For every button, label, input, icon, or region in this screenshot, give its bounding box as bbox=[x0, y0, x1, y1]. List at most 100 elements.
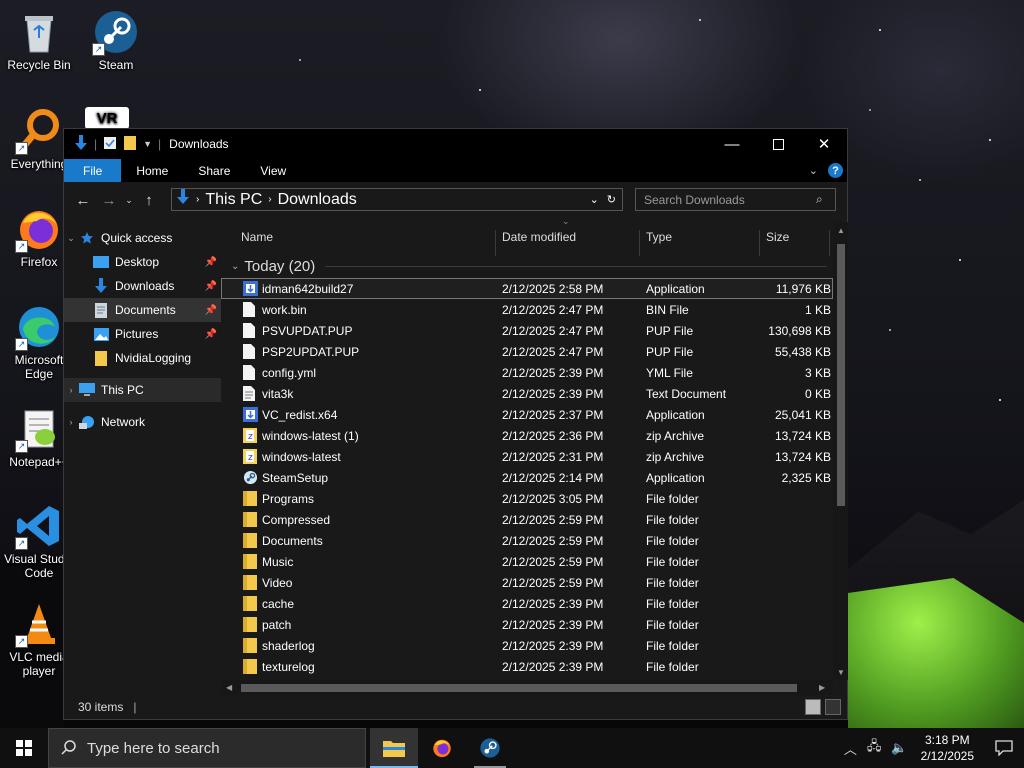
up-button[interactable]: ↑ bbox=[136, 192, 162, 209]
pin-icon[interactable]: 📌 bbox=[205, 257, 217, 268]
tab-file[interactable]: File bbox=[64, 159, 122, 182]
horizontal-scrollbar[interactable]: ◀ ▶ bbox=[221, 680, 833, 695]
file-type: PUP File bbox=[646, 324, 694, 338]
search-icon[interactable]: ⌕ bbox=[816, 192, 823, 207]
help-icon[interactable]: ? bbox=[828, 163, 843, 178]
refresh-icon[interactable]: ↻ bbox=[607, 193, 616, 206]
group-header-today[interactable]: ⌄ Today (20) bbox=[221, 254, 833, 278]
clock[interactable]: 3:18 PM 2/12/2025 bbox=[921, 732, 974, 764]
file-icon bbox=[243, 365, 257, 380]
breadcrumb-this-pc[interactable]: This PC bbox=[205, 191, 262, 209]
tab-share[interactable]: Share bbox=[183, 159, 245, 182]
large-icons-view-button[interactable] bbox=[825, 699, 841, 715]
nav-this-pc[interactable]: › This PC bbox=[64, 378, 221, 402]
nav-item-pictures[interactable]: Pictures 📌 bbox=[64, 322, 221, 346]
nav-item-desktop[interactable]: Desktop 📌 bbox=[64, 250, 221, 274]
file-row[interactable]: cache 2/12/2025 2:39 PM File folder bbox=[221, 593, 833, 614]
file-type: File folder bbox=[646, 492, 699, 506]
download-arrow-icon bbox=[92, 278, 110, 294]
file-row[interactable]: vita3k 2/12/2025 2:39 PM Text Document 0 KB bbox=[221, 383, 833, 404]
file-row[interactable]: patch 2/12/2025 2:39 PM File folder bbox=[221, 614, 833, 635]
scroll-up-icon[interactable]: ▲ bbox=[837, 226, 845, 235]
file-date: 2/12/2025 2:14 PM bbox=[502, 471, 604, 485]
minimize-button[interactable]: — bbox=[709, 129, 755, 159]
taskbar-firefox[interactable] bbox=[418, 728, 466, 768]
pin-icon[interactable]: 📌 bbox=[205, 305, 217, 316]
address-bar[interactable]: › This PC › Downloads ⌄ ↻ bbox=[171, 188, 623, 211]
nav-item-documents[interactable]: Documents 📌 bbox=[64, 298, 221, 322]
column-header-name[interactable]: Name bbox=[241, 230, 273, 244]
folder-icon bbox=[243, 554, 257, 569]
file-row[interactable]: SteamSetup 2/12/2025 2:14 PM Application 2,… bbox=[221, 467, 833, 488]
file-row[interactable]: z windows-latest 2/12/2025 2:31 PM zip Arch… bbox=[221, 446, 833, 467]
close-button[interactable]: ✕ bbox=[801, 129, 847, 159]
search-input[interactable] bbox=[636, 191, 816, 208]
file-row[interactable]: Music 2/12/2025 2:59 PM File folder bbox=[221, 551, 833, 572]
file-row[interactable]: shaderlog 2/12/2025 2:39 PM File folder bbox=[221, 635, 833, 656]
maximize-button[interactable] bbox=[755, 129, 801, 159]
nav-quick-access[interactable]: ⌄ Quick access bbox=[64, 226, 221, 250]
toolbar-divider: | bbox=[158, 137, 162, 151]
expand-arrow-icon[interactable]: › bbox=[64, 385, 78, 395]
column-header-size[interactable]: Size bbox=[766, 230, 789, 244]
file-row[interactable]: Compressed 2/12/2025 2:59 PM File folder bbox=[221, 509, 833, 530]
file-row[interactable]: Video 2/12/2025 2:59 PM File folder bbox=[221, 572, 833, 593]
action-center-button[interactable] bbox=[984, 728, 1024, 768]
file-row[interactable]: config.yml 2/12/2025 2:39 PM YML File 3 KB bbox=[221, 362, 833, 383]
nav-item-nvidialogging[interactable]: NvidiaLogging bbox=[64, 346, 221, 370]
properties-icon[interactable] bbox=[103, 136, 117, 153]
pin-icon[interactable]: 📌 bbox=[205, 329, 217, 340]
title-bar[interactable]: | ▼ | Downloads — ✕ bbox=[64, 129, 847, 159]
file-row[interactable]: work.bin 2/12/2025 2:47 PM BIN File 1 KB bbox=[221, 299, 833, 320]
new-folder-icon[interactable] bbox=[123, 135, 137, 154]
file-row[interactable]: idman642build27 2/12/2025 2:58 PM Applicat… bbox=[221, 278, 833, 299]
tab-home[interactable]: Home bbox=[121, 159, 183, 182]
file-name: Compressed bbox=[262, 513, 331, 527]
breadcrumb-downloads[interactable]: Downloads bbox=[278, 191, 357, 209]
details-view-button[interactable] bbox=[805, 699, 821, 715]
file-name: idman642build27 bbox=[262, 282, 354, 296]
recent-locations-button[interactable]: ⌄ bbox=[122, 195, 136, 206]
vertical-scrollbar[interactable]: ▲ ▼ bbox=[833, 222, 848, 680]
vertical-scroll-thumb[interactable] bbox=[837, 244, 845, 506]
tab-view[interactable]: View bbox=[245, 159, 301, 182]
file-row[interactable]: Programs 2/12/2025 3:05 PM File folder bbox=[221, 488, 833, 509]
sort-arrow-icon: ⌄ bbox=[562, 222, 570, 227]
expand-ribbon-icon[interactable]: ⌄ bbox=[809, 164, 818, 177]
nav-item-downloads[interactable]: Downloads 📌 bbox=[64, 274, 221, 298]
status-bar: 30 items | bbox=[64, 695, 847, 719]
collapse-group-icon[interactable]: ⌄ bbox=[231, 261, 239, 272]
file-date: 2/12/2025 2:39 PM bbox=[502, 597, 604, 611]
back-button[interactable]: ← bbox=[70, 192, 96, 209]
column-header-date[interactable]: Date modified bbox=[502, 230, 576, 244]
pin-icon[interactable]: 📌 bbox=[205, 281, 217, 292]
taskbar-file-explorer[interactable] bbox=[370, 728, 418, 768]
file-row[interactable]: VC_redist.x64 2/12/2025 2:37 PM Applicatio… bbox=[221, 404, 833, 425]
desktop-icon-steam[interactable]: ↗ Steam bbox=[77, 8, 155, 72]
network-status-icon[interactable]: 🖧 bbox=[867, 737, 882, 759]
scroll-left-icon[interactable]: ◀ bbox=[226, 683, 232, 692]
scroll-right-icon[interactable]: ▶ bbox=[819, 683, 825, 692]
file-name: cache bbox=[262, 597, 295, 611]
customize-toolbar-icon[interactable]: ▼ bbox=[143, 139, 152, 149]
scroll-down-icon[interactable]: ▼ bbox=[837, 668, 845, 677]
nav-network[interactable]: › Network bbox=[64, 410, 221, 434]
taskbar-search-box[interactable]: Type here to search bbox=[48, 728, 366, 768]
column-header-type[interactable]: Type bbox=[646, 230, 672, 244]
file-row[interactable]: texturelog 2/12/2025 2:39 PM File folder bbox=[221, 656, 833, 677]
volume-icon[interactable]: 🔈 bbox=[891, 740, 907, 756]
expand-arrow-icon[interactable]: › bbox=[64, 417, 78, 427]
file-row[interactable]: PSVUPDAT.PUP 2/12/2025 2:47 PM PUP File 130… bbox=[221, 320, 833, 341]
desktop-icon-recycle-bin[interactable]: Recycle Bin bbox=[0, 8, 78, 72]
file-row[interactable]: z windows-latest (1) 2/12/2025 2:36 PM zip … bbox=[221, 425, 833, 446]
address-dropdown-icon[interactable]: ⌄ bbox=[590, 193, 599, 206]
horizontal-scroll-thumb[interactable] bbox=[241, 684, 797, 692]
show-hidden-icons-icon[interactable]: ︿ bbox=[844, 739, 857, 758]
start-button[interactable] bbox=[0, 728, 48, 768]
taskbar-steam[interactable] bbox=[466, 728, 514, 768]
file-row[interactable]: PSP2UPDAT.PUP 2/12/2025 2:47 PM PUP File 55… bbox=[221, 341, 833, 362]
file-row[interactable]: Documents 2/12/2025 2:59 PM File folder bbox=[221, 530, 833, 551]
forward-button[interactable]: → bbox=[96, 192, 122, 209]
search-box[interactable]: ⌕ bbox=[635, 188, 836, 211]
expand-arrow-icon[interactable]: ⌄ bbox=[64, 233, 78, 244]
